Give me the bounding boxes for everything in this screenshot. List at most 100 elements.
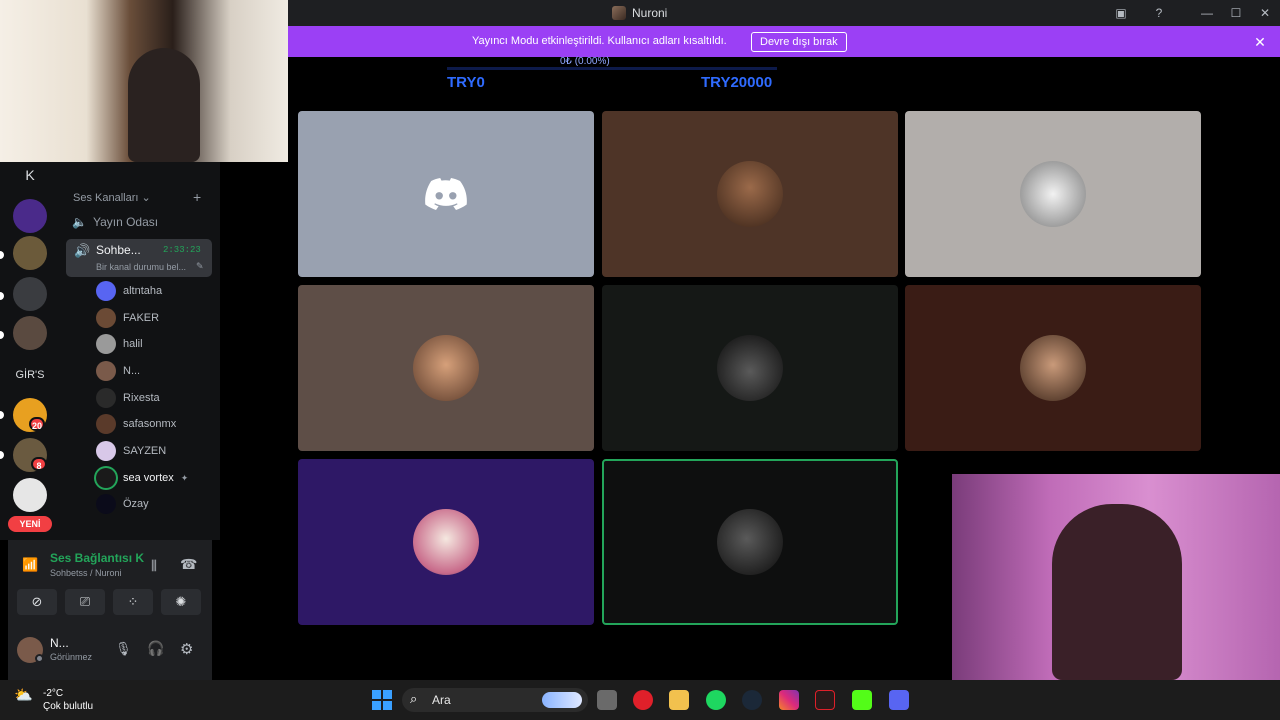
monitor-icon[interactable]: ▣ [1112, 4, 1130, 22]
avatar [413, 509, 479, 575]
windows-start-icon[interactable] [372, 690, 392, 710]
participant-tile[interactable] [602, 285, 898, 451]
webcam-person [128, 48, 200, 162]
channel-timer: 2:33:23 [163, 245, 201, 255]
participant-tile[interactable] [905, 285, 1201, 451]
server-icon-4[interactable] [13, 316, 47, 350]
disable-streamer-mode-button[interactable]: Devre dışı bırak [751, 32, 847, 52]
disconnect-icon[interactable]: ☎ [180, 556, 197, 573]
avatar [96, 388, 116, 408]
member-rixesta[interactable]: Rixesta [96, 387, 160, 409]
speaker-icon: 🔈 [72, 215, 87, 229]
noise-suppression-icon[interactable]: ⫼ [151, 558, 157, 574]
voice-location[interactable]: Sohbetss / Nuroni [50, 568, 122, 578]
avatar [717, 509, 783, 575]
status-indicator [35, 654, 44, 663]
file-explorer-icon[interactable] [669, 690, 689, 710]
avatar [96, 414, 116, 434]
kick-icon[interactable] [852, 690, 872, 710]
avatar [96, 334, 116, 354]
server-icon-1[interactable] [13, 199, 47, 233]
server-girs[interactable]: GİR'S [13, 362, 47, 388]
participant-tile[interactable] [602, 111, 898, 277]
new-badge: YENİ [8, 516, 52, 532]
discord-logo-icon [425, 178, 467, 210]
task-view-icon[interactable] [597, 690, 617, 710]
member-faker[interactable]: FAKER [96, 307, 159, 329]
participant-tile[interactable] [905, 111, 1201, 277]
soundboard-button[interactable]: ✺ [161, 589, 201, 615]
member-n[interactable]: N... [96, 360, 140, 382]
speaker-icon: 🔊 [74, 243, 91, 258]
donation-max: TRY20000 [701, 74, 773, 91]
member-altntaha[interactable]: altntaha [96, 280, 162, 302]
maximize-icon[interactable]: ☐ [1227, 4, 1245, 22]
steam-icon[interactable] [742, 690, 762, 710]
search-label: Ara [432, 693, 451, 707]
server-icon-3[interactable] [13, 277, 47, 311]
category-voice-channels[interactable]: Ses Kanalları ⌄ [73, 191, 151, 204]
server-icon-7[interactable] [13, 478, 47, 512]
member-sayzen[interactable]: SAYZEN [96, 440, 166, 462]
search-icon: ⌕ [410, 691, 418, 706]
headphones-icon[interactable]: 🎧 [147, 640, 164, 657]
taskbar-search[interactable]: ⌕ Ara [402, 688, 588, 712]
activities-button[interactable]: ⁘ [113, 589, 153, 615]
voice-status[interactable]: Ses Bağlantısı K [50, 551, 144, 565]
streamer-mode-banner: Yayıncı Modu etkinleştirildi. Kullanıcı … [288, 26, 1280, 57]
microphone-icon[interactable]: 🎙 [115, 641, 132, 657]
webcam-overlay-streamer [0, 0, 288, 162]
avatar [96, 361, 116, 381]
stream-icon: ✦ [180, 472, 189, 483]
avatar [717, 335, 783, 401]
discord-avatar-icon [96, 281, 116, 301]
close-icon[interactable]: ✕ [1256, 4, 1274, 22]
camera-off-button[interactable]: ⊘ [17, 589, 57, 615]
avatar [96, 308, 116, 328]
settings-gear-icon[interactable]: ⚙ [180, 640, 193, 658]
valorant-icon[interactable] [815, 690, 835, 710]
participant-tile[interactable] [298, 111, 594, 277]
help-icon[interactable]: ? [1150, 4, 1168, 22]
avatar [413, 335, 479, 401]
user-status: Görünmez [50, 652, 93, 662]
avatar [96, 441, 116, 461]
screen-share-button[interactable]: ⎚ [65, 589, 105, 615]
weather-desc[interactable]: Çok bulutlu [43, 701, 93, 712]
participant-tile[interactable] [298, 285, 594, 451]
member-ozay[interactable]: Özay [96, 493, 149, 515]
avatar [717, 161, 783, 227]
search-highlight-image [542, 692, 582, 708]
member-sea-vortex[interactable]: sea vortex ✦ [96, 467, 188, 489]
server-badge: 8 [31, 457, 47, 471]
weather-temp[interactable]: -2°C [43, 688, 63, 699]
channel-yayin-odasi[interactable]: 🔈 Yayın Odası [72, 211, 158, 233]
discord-taskbar-icon[interactable] [889, 690, 909, 710]
signal-icon: 📶 [22, 557, 39, 572]
window-title: Nuroni [612, 0, 667, 26]
banner-close-icon[interactable]: ✕ [1250, 32, 1270, 52]
weather-cloud-icon: ⛅ [14, 687, 33, 704]
edit-icon[interactable]: ✎ [196, 261, 204, 272]
server-badge: 20 [29, 417, 45, 431]
participant-tile[interactable] [298, 459, 594, 625]
avatar [96, 494, 116, 514]
server-icon-2[interactable] [13, 236, 47, 270]
member-safasonmx[interactable]: safasonmx [96, 413, 176, 435]
user-name[interactable]: N... [50, 636, 69, 650]
donation-progress-text: 0₺ (0.00%) [560, 56, 610, 67]
server-k[interactable]: K [13, 162, 47, 188]
add-channel-icon[interactable]: + [193, 189, 201, 205]
channel-status: Bir kanal durumu bel... [96, 262, 187, 272]
opera-icon[interactable] [633, 690, 653, 710]
minimize-icon[interactable]: — [1198, 4, 1216, 22]
server-icon [612, 6, 626, 20]
avatar [1020, 335, 1086, 401]
banner-message: Yayıncı Modu etkinleştirildi. Kullanıcı … [472, 35, 727, 47]
member-halil[interactable]: halil [96, 333, 143, 355]
webcam-person [1052, 504, 1182, 680]
spotify-icon[interactable] [706, 690, 726, 710]
donation-progress-bar [447, 67, 777, 70]
participant-tile-speaking[interactable] [602, 459, 898, 625]
instagram-icon[interactable] [779, 690, 799, 710]
